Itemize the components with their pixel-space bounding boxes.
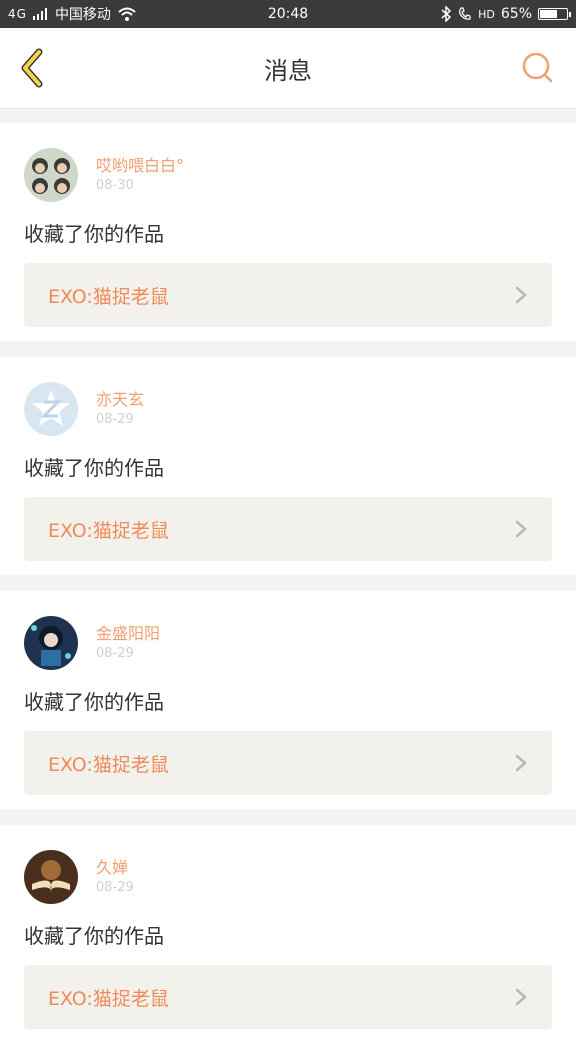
message-date: 08-29 — [96, 646, 134, 661]
status-bar: 4G 中国移动 20:48 HD 65% — [0, 0, 576, 28]
carrier-name: 中国移动 — [54, 7, 111, 23]
wifi-icon — [118, 7, 136, 21]
user-meta: 久婵 08-29 — [96, 857, 134, 897]
hd-indicator: HD — [478, 7, 495, 21]
user-meta: 亦天玄 08-29 — [96, 389, 144, 429]
search-icon — [522, 52, 553, 83]
user-meta: 金盛阳阳 08-29 — [96, 623, 160, 663]
status-right: HD 65% — [440, 6, 571, 22]
message-card: 哎哟喂白白° 08-30 收藏了你的作品 EXO:猫捉老鼠 — [0, 123, 576, 341]
search-button[interactable] — [520, 50, 554, 84]
user-meta: 哎哟喂白白° 08-30 — [96, 155, 184, 195]
message-card: 久婵 08-29 收藏了你的作品 EXO:猫捉老鼠 — [0, 825, 576, 1043]
page-title: 消息 — [264, 56, 312, 85]
action-text: 收藏了你的作品 — [24, 924, 164, 948]
username[interactable]: 哎哟喂白白° — [96, 155, 184, 177]
battery-percent: 65% — [500, 6, 532, 22]
phone-icon — [459, 7, 471, 20]
chevron-right-icon — [515, 520, 527, 538]
message-date: 08-30 — [96, 178, 134, 193]
message-card: 亦天玄 08-29 收藏了你的作品 EXO:猫捉老鼠 — [0, 357, 576, 575]
message-date: 08-29 — [96, 880, 134, 895]
nav-bar: 消息 — [0, 28, 576, 109]
avatar-image — [24, 382, 78, 436]
bluetooth-icon — [441, 6, 452, 22]
action-text: 收藏了你的作品 — [24, 456, 164, 480]
avatar[interactable] — [24, 148, 78, 202]
user-row[interactable]: 金盛阳阳 08-29 — [24, 615, 552, 671]
username[interactable]: 金盛阳阳 — [96, 623, 160, 645]
work-title: EXO:猫捉老鼠 — [48, 753, 169, 776]
work-link[interactable]: EXO:猫捉老鼠 — [24, 263, 552, 327]
avatar-image — [24, 148, 78, 202]
action-text: 收藏了你的作品 — [24, 222, 164, 246]
back-arrow-icon — [21, 48, 43, 88]
status-left: 4G 中国移动 — [8, 4, 137, 24]
chevron-right-icon — [515, 754, 527, 772]
work-title: EXO:猫捉老鼠 — [48, 987, 169, 1010]
battery-icon — [538, 8, 571, 20]
avatar[interactable] — [24, 616, 78, 670]
avatar-image — [24, 850, 78, 904]
message-list: 哎哟喂白白° 08-30 收藏了你的作品 EXO:猫捉老鼠 亦天玄 08-29 … — [0, 109, 576, 1043]
work-link[interactable]: EXO:猫捉老鼠 — [24, 965, 552, 1029]
chevron-right-icon — [515, 988, 527, 1006]
work-title: EXO:猫捉老鼠 — [48, 285, 169, 308]
action-text: 收藏了你的作品 — [24, 690, 164, 714]
avatar-image — [24, 616, 78, 670]
message-date: 08-29 — [96, 412, 134, 427]
network-type: 4G — [8, 7, 27, 21]
username[interactable]: 亦天玄 — [96, 389, 144, 411]
avatar[interactable] — [24, 850, 78, 904]
user-row[interactable]: 哎哟喂白白° 08-30 — [24, 147, 552, 203]
username[interactable]: 久婵 — [96, 857, 134, 879]
message-card: 金盛阳阳 08-29 收藏了你的作品 EXO:猫捉老鼠 — [0, 591, 576, 809]
user-row[interactable]: 亦天玄 08-29 — [24, 381, 552, 437]
signal-icon — [32, 8, 47, 20]
work-link[interactable]: EXO:猫捉老鼠 — [24, 497, 552, 561]
user-row[interactable]: 久婵 08-29 — [24, 849, 552, 905]
work-link[interactable]: EXO:猫捉老鼠 — [24, 731, 552, 795]
avatar[interactable] — [24, 382, 78, 436]
work-title: EXO:猫捉老鼠 — [48, 519, 169, 542]
back-button[interactable] — [16, 48, 48, 88]
chevron-right-icon — [515, 286, 527, 304]
